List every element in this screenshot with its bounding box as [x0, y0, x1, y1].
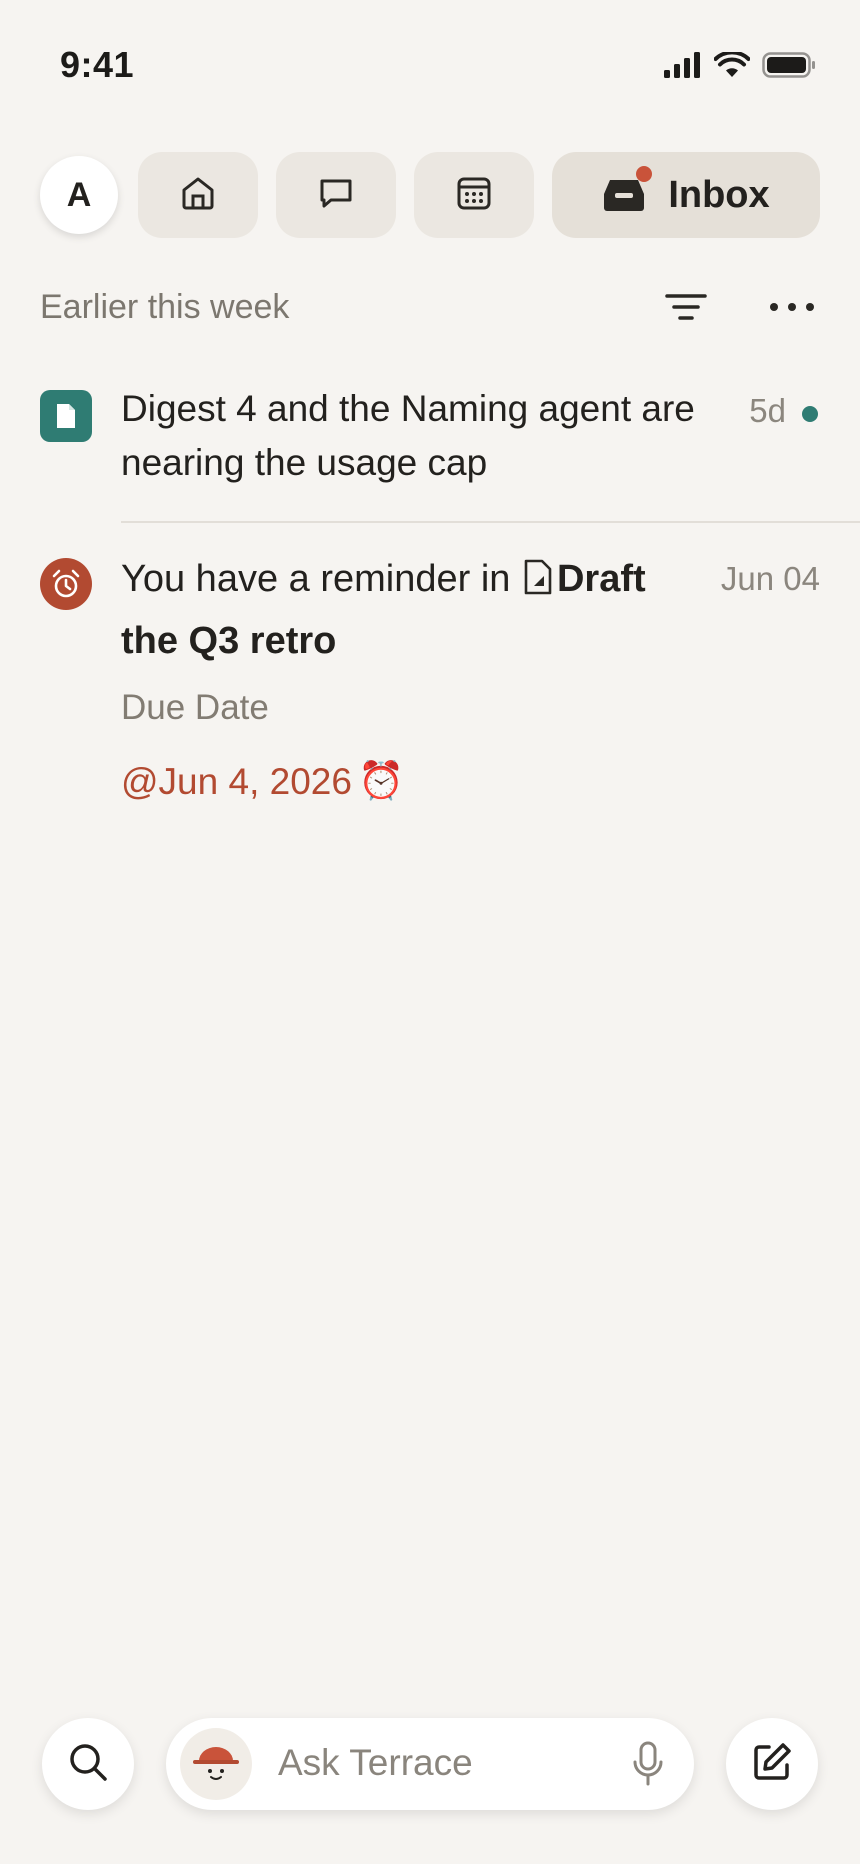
property-label: Due Date	[121, 688, 269, 727]
status-bar: 9:41	[0, 0, 860, 120]
notification-item[interactable]: Digest 4 and the Naming agent are nearin…	[40, 382, 820, 492]
account-avatar[interactable]: A	[40, 156, 118, 234]
status-icons	[664, 50, 816, 83]
page-document-icon	[523, 554, 553, 612]
search-button[interactable]	[42, 1718, 134, 1810]
alarm-clock-icon	[40, 558, 92, 610]
notification-item[interactable]: You have a reminder in Draft the Q3 retr…	[40, 550, 820, 820]
due-date-mention: @Jun 4, 2026	[121, 760, 352, 802]
bottom-bar: Ask Terrace	[0, 1716, 860, 1816]
unread-indicator	[802, 406, 818, 422]
inbox-label: Inbox	[668, 173, 770, 216]
home-icon	[178, 173, 218, 218]
status-time: 9:41	[60, 44, 135, 85]
compose-button[interactable]	[726, 1718, 818, 1810]
notification-time: Jun 04	[720, 560, 820, 597]
tab-chat[interactable]	[276, 152, 396, 238]
divider	[121, 521, 860, 523]
filter-icon	[664, 294, 708, 330]
search-icon	[67, 1741, 109, 1788]
battery-icon	[762, 52, 816, 83]
notification-time: 5d	[749, 392, 786, 429]
document-icon	[40, 390, 92, 442]
reminder-prefix: You have a reminder in	[121, 558, 511, 600]
notification-text: You have a reminder in Draft the Q3 retr…	[121, 550, 681, 670]
filter-button[interactable]	[664, 290, 708, 326]
notification-text: Digest 4 and the Naming agent are nearin…	[121, 388, 695, 483]
chat-bubble-icon	[316, 173, 356, 218]
inbox-tray-icon	[602, 166, 653, 212]
unread-badge-dot	[636, 166, 653, 182]
section-header: Earlier this week	[40, 284, 820, 334]
tab-home[interactable]	[138, 152, 258, 238]
more-options-button[interactable]	[768, 292, 816, 322]
alarm-emoji: ⏰	[357, 760, 405, 801]
calendar-icon	[454, 173, 494, 218]
section-title: Earlier this week	[40, 288, 290, 326]
compose-icon	[751, 1741, 793, 1788]
microphone-icon[interactable]	[632, 1740, 664, 1788]
property-value[interactable]: @Jun 4, 2026 ⏰	[121, 760, 404, 803]
ask-input[interactable]: Ask Terrace	[166, 1718, 694, 1810]
tab-calendar[interactable]	[414, 152, 534, 238]
wifi-icon	[713, 50, 751, 83]
assistant-face-icon	[180, 1728, 252, 1800]
ask-placeholder: Ask Terrace	[278, 1742, 473, 1783]
top-navigation: A Inbox	[40, 152, 820, 238]
cellular-signal-icon	[664, 52, 702, 83]
more-horizontal-icon	[768, 303, 816, 326]
tab-inbox[interactable]: Inbox	[552, 152, 820, 238]
